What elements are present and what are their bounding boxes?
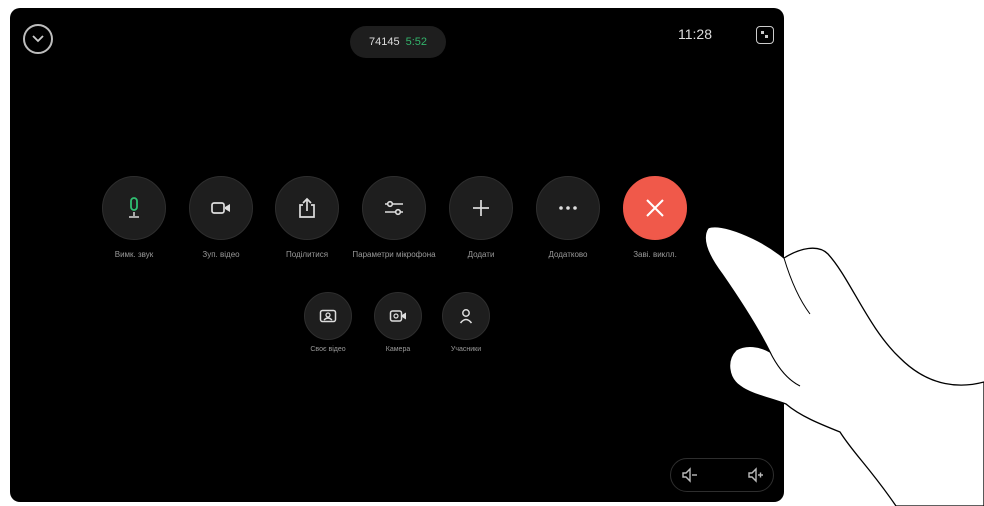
- call-duration: 5:52: [405, 36, 427, 48]
- video-camera-icon: [211, 202, 230, 214]
- stop-video-label: Зуп. відео: [202, 250, 240, 259]
- pip-icon: [761, 31, 768, 38]
- end-call-label: Заві. виклл.: [633, 250, 677, 259]
- device-screen: 74145 5:52 11:28 Вимк. звук Зуп. відео П…: [10, 8, 784, 502]
- more-label: Додатково: [548, 250, 588, 259]
- microphone-icon: [129, 197, 139, 218]
- mic-settings-button[interactable]: [362, 176, 426, 240]
- more-icon: [559, 206, 577, 210]
- plus-icon: [473, 200, 489, 216]
- camera-button[interactable]: [374, 292, 422, 340]
- mute-button[interactable]: [102, 176, 166, 240]
- participants-button[interactable]: [442, 292, 490, 340]
- add-button[interactable]: [449, 176, 513, 240]
- participants-label: Учасники: [450, 346, 482, 353]
- share-icon: [299, 197, 315, 218]
- clock: 11:28: [678, 26, 712, 42]
- call-info-pill[interactable]: 74145 5:52: [350, 26, 446, 58]
- stop-video-button[interactable]: [189, 176, 253, 240]
- mute-label: Вимк. звук: [114, 250, 154, 259]
- sliders-icon: [385, 200, 403, 216]
- end-call-button[interactable]: [623, 176, 687, 240]
- chevron-down-icon: [32, 35, 44, 43]
- volume-down-icon[interactable]: [681, 467, 699, 483]
- camera-icon: [389, 310, 406, 322]
- close-icon: [646, 199, 664, 217]
- mic-settings-label: Параметри мікрофона: [352, 250, 436, 259]
- self-view-button[interactable]: [304, 292, 352, 340]
- self-view-label: Своє відео: [310, 346, 346, 353]
- add-label: Додати: [467, 250, 495, 259]
- share-label: Поділитися: [285, 250, 329, 259]
- collapse-button[interactable]: [23, 24, 53, 54]
- meeting-number: 74145: [368, 36, 400, 48]
- more-button[interactable]: [536, 176, 600, 240]
- pointing-hand-illustration: [704, 226, 984, 506]
- self-view-icon: [319, 309, 337, 323]
- participants-icon: [459, 309, 473, 324]
- share-button[interactable]: [275, 176, 339, 240]
- self-view-toggle[interactable]: [756, 26, 774, 44]
